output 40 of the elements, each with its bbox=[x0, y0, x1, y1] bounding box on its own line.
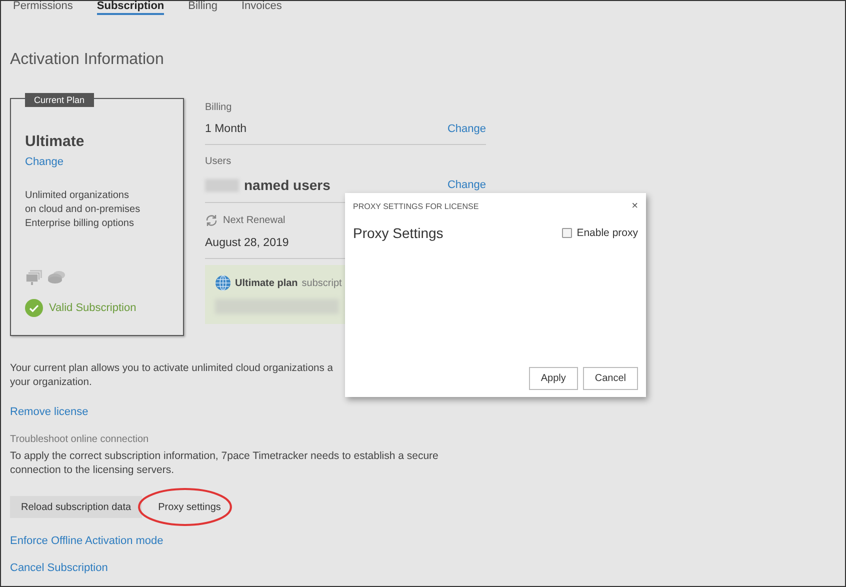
cancel-subscription-link[interactable]: Cancel Subscription bbox=[10, 562, 108, 574]
globe-icon bbox=[215, 275, 231, 291]
tab[interactable]: Invoices bbox=[242, 1, 282, 15]
renewal-date: August 28, 2019 bbox=[205, 237, 289, 249]
billing-value: 1 Month bbox=[205, 123, 247, 135]
feature-text: Enterprise billing options bbox=[25, 217, 135, 231]
users-value: named users bbox=[244, 177, 330, 193]
monitor-icon bbox=[25, 269, 43, 285]
field-label: Billing bbox=[205, 102, 233, 113]
cancel-button[interactable]: Cancel bbox=[582, 367, 638, 390]
remove-license-link[interactable]: Remove license bbox=[10, 406, 88, 418]
feature-text: Unlimited organizations bbox=[25, 189, 130, 203]
check-icon bbox=[25, 299, 43, 317]
current-plan-badge: Current Plan bbox=[25, 93, 94, 107]
page-heading: Activation Information bbox=[10, 51, 165, 69]
feature-text: on cloud and on-premises bbox=[25, 203, 142, 217]
field-label: Next Renewal bbox=[223, 215, 286, 226]
reload-button[interactable]: Reload subscription data bbox=[10, 496, 142, 518]
dialog-title: Proxy Settings bbox=[353, 225, 444, 241]
dialog-caption: PROXY SETTINGS FOR LICENSE bbox=[353, 202, 479, 210]
enable-proxy-checkbox[interactable]: Enable proxy bbox=[562, 227, 638, 239]
offline-mode-link[interactable]: Enforce Offline Activation mode bbox=[10, 535, 164, 547]
change-link[interactable]: Change bbox=[447, 179, 486, 191]
notice-text: subscript bbox=[302, 278, 342, 288]
apply-button[interactable]: Apply bbox=[528, 367, 578, 390]
status-text: Valid Subscription bbox=[49, 302, 136, 314]
plan-name: Ultimate bbox=[25, 133, 86, 150]
tab[interactable]: Subscription bbox=[96, 1, 164, 15]
section-label: Troubleshoot online connection bbox=[10, 434, 150, 445]
change-link[interactable]: Change bbox=[447, 123, 486, 135]
refresh-icon bbox=[205, 214, 218, 227]
change-link[interactable]: Change bbox=[25, 156, 169, 168]
field-label: Users bbox=[205, 156, 232, 167]
notice-plan-name: Ultimate plan bbox=[235, 278, 298, 288]
plan-description: Your current plan allows you to activate unlimited cloud organizations a your organization. bbox=[10, 362, 334, 390]
troubleshoot-text: To apply the correct subscription information, 7pace Timetracker needs to establish a secure connection to the licensing servers. bbox=[10, 449, 440, 477]
cloud-icon bbox=[47, 270, 66, 284]
tab[interactable]: Permissions bbox=[13, 1, 73, 15]
tab[interactable]: Billing bbox=[188, 1, 218, 15]
close-button[interactable]: × bbox=[632, 200, 638, 212]
